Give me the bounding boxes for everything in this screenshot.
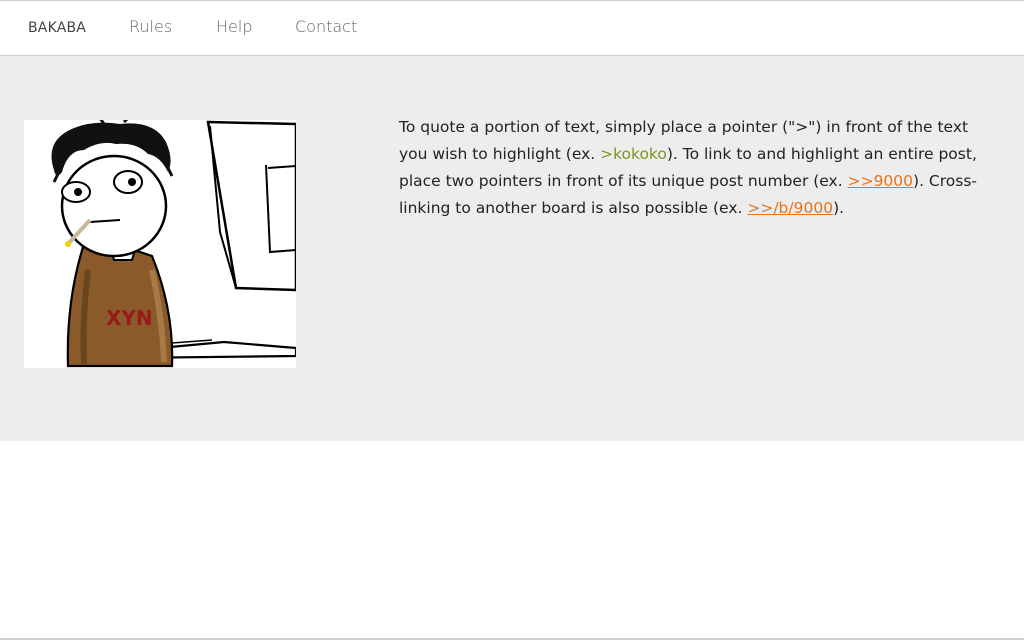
top-navigation-bar: BAKABA Rules Help Contact — [0, 0, 1024, 56]
board-link-example[interactable]: >>/b/9000 — [747, 199, 833, 217]
post-link-example[interactable]: >>9000 — [848, 172, 913, 190]
greentext-example: >kokoko — [600, 145, 667, 163]
nav-link-rules[interactable]: Rules — [129, 17, 172, 36]
help-text-part-4: ). — [833, 199, 845, 217]
computer-guy-drawing-icon: XYN — [24, 120, 296, 368]
nav-link-contact[interactable]: Contact — [295, 17, 357, 36]
shirt-logo-text: XYN — [106, 306, 153, 330]
nav-link-help[interactable]: Help — [216, 17, 252, 36]
quote-help-paragraph: To quote a portion of text, simply place… — [399, 114, 999, 222]
brand-link[interactable]: BAKABA — [28, 20, 86, 36]
hero-panel: XYN To quote a portion of text, simply p… — [0, 56, 1024, 441]
